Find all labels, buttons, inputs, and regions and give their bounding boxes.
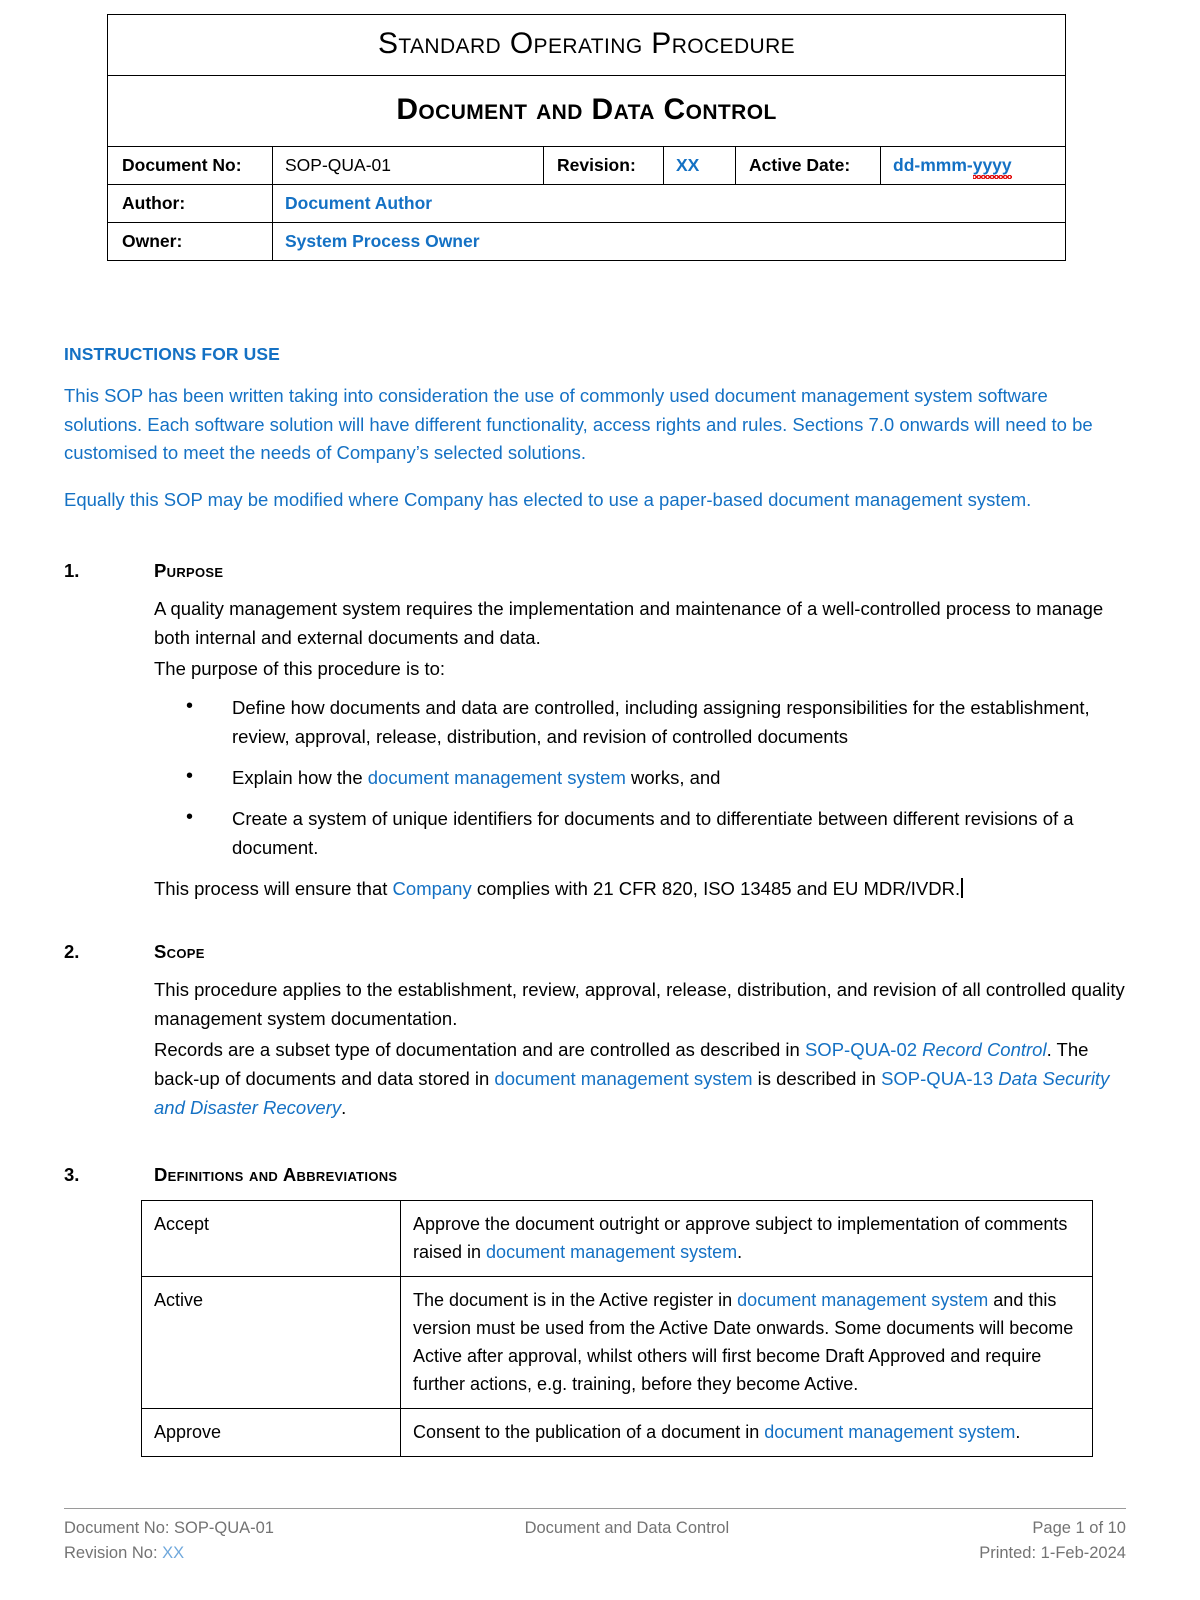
definition-text-after: . [737,1242,743,1262]
active-date-label: Active Date: [735,146,881,185]
header-row-docno: Document No: SOP-QUA-01 Revision: XX Act… [107,146,1067,185]
section-purpose: 1. Purpose A quality management system r… [64,560,1126,903]
table-row: Active The document is in the Active reg… [141,1276,1093,1409]
instructions-heading: INSTRUCTIONS FOR USE [64,344,280,364]
section-scope: 2. Scope This procedure applies to the e… [64,941,1126,1122]
definition-term: Active [141,1276,401,1409]
document-page: Standard Operating Procedure Document an… [0,0,1200,1600]
document-no-value[interactable]: SOP-QUA-01 [272,146,544,185]
author-value[interactable]: Document Author [271,184,1067,223]
document-type-title: Standard Operating Procedure [106,14,1067,76]
footer-row-bottom: Revision No: XX Printed: 1-Feb-2024 [64,1541,1126,1566]
list-item: Explain how the document management syst… [154,762,1126,792]
section-definitions-heading: Definitions and Abbreviations [154,1164,398,1185]
footer-page-number: Page 1 of 10 [1032,1519,1126,1537]
section-purpose-closing: This process will ensure that Company co… [154,874,1126,903]
footer-row-top: Document No: SOP-QUA-01 Document and Dat… [64,1516,1126,1541]
inline-link-document-management-system[interactable]: document management system [764,1422,1015,1442]
footer-printed-date: Printed: 1-Feb-2024 [979,1544,1126,1562]
purpose-bullet-list: Define how documents and data are contro… [154,692,1126,862]
footer-revision-value: XX [162,1544,185,1562]
inline-link-sop-qua-02[interactable]: SOP-QUA-02 [805,1039,917,1060]
inline-link-document-management-system[interactable]: document management system [486,1242,737,1262]
section-scope-paragraph-2: Records are a subset type of documentati… [154,1035,1126,1122]
document-no-label: Document No: [107,146,273,185]
section-purpose-heading: Purpose [154,560,224,581]
scope-text-part-1: Records are a subset type of documentati… [154,1039,805,1060]
definition-text-before: Consent to the publication of a document… [413,1422,765,1442]
footer-revision-no: Revision No: XX [64,1541,468,1566]
inline-link-document-management-system[interactable]: document management system [737,1290,988,1310]
spellcheck-misspelled-text: yyyy [972,155,1012,179]
instructions-paragraph-2: Equally this SOP may be modified where C… [64,488,1032,510]
footer-center-title: Document and Data Control [524,1519,730,1537]
definitions-table: Accept Approve the document outright or … [141,1200,1093,1457]
bullet-text-before: Explain how the [232,767,368,788]
definition-term: Approve [141,1408,401,1457]
definition-description: The document is in the Active register i… [400,1276,1093,1409]
inline-link-sop-qua-13[interactable]: SOP-QUA-13 [881,1068,993,1089]
definition-term: Accept [141,1200,401,1277]
bullet-text-before: Create a system of unique identifiers fo… [232,808,1074,858]
footer-divider [64,1508,1126,1509]
definition-text-after: . [1015,1422,1021,1442]
table-row: Accept Approve the document outright or … [141,1200,1093,1277]
document-body: INSTRUCTIONS FOR USE This SOP has been w… [64,344,1126,1457]
active-date-prefix: dd-mmm- [893,155,973,175]
page-footer: Document No: SOP-QUA-01 Document and Dat… [64,1508,1126,1566]
active-date-value[interactable]: dd-mmm-yyyy [879,146,1067,185]
header-row-author: Author: Document Author [107,184,1067,223]
revision-label: Revision: [543,146,664,185]
inline-link-document-management-system[interactable]: document management system [368,767,626,788]
inline-link-document-management-system[interactable]: document management system [494,1068,752,1089]
author-label: Author: [107,184,273,223]
owner-value[interactable]: System Process Owner [271,222,1067,261]
document-title: Document and Data Control [106,75,1067,147]
footer-revision-label: Revision No: [64,1544,163,1562]
header-row-doctype: Standard Operating Procedure [106,14,1067,76]
text-cursor-caret [961,878,963,898]
scope-text-part-4: . [341,1097,347,1118]
bullet-text-after: works, and [625,767,721,788]
owner-label: Owner: [107,222,273,261]
instructions-paragraph-1: This SOP has been written taking into co… [64,385,1093,463]
revision-value[interactable]: XX [663,146,736,185]
section-scope-paragraph-1: This procedure applies to the establishm… [154,979,1125,1029]
footer-document-no: Document No: SOP-QUA-01 [64,1519,274,1537]
scope-text-part-3: is described in [752,1068,882,1089]
bullet-text-before: Define how documents and data are contro… [232,697,1090,747]
section-purpose-number: 1. [64,560,80,581]
inline-link-sop-qua-02-title[interactable]: Record Control [917,1039,1046,1060]
section-scope-number: 2. [64,941,80,962]
section-scope-heading: Scope [154,941,205,962]
header-row-owner: Owner: System Process Owner [107,222,1067,261]
definition-description: Consent to the publication of a document… [400,1408,1093,1457]
table-row: Approve Consent to the publication of a … [141,1408,1093,1457]
definition-text-before: The document is in the Active register i… [413,1290,738,1310]
section-definitions-number: 3. [64,1164,80,1185]
header-row-title: Document and Data Control [106,75,1067,147]
list-item: Create a system of unique identifiers fo… [154,803,1126,862]
definition-description: Approve the document outright or approve… [400,1200,1093,1277]
section-purpose-paragraph-2: The purpose of this procedure is to: [154,658,446,679]
section-purpose-paragraph-1: A quality management system requires the… [154,598,1104,648]
document-header-table: Standard Operating Procedure Document an… [106,14,1067,261]
section-definitions: 3. Definitions and Abbreviations Accept … [64,1164,1126,1457]
list-item: Define how documents and data are contro… [154,692,1126,751]
closing-text-before: This process will ensure that [154,878,393,899]
inline-link-company[interactable]: Company [393,878,472,899]
closing-text-after: complies with 21 CFR 820, ISO 13485 and … [471,878,961,899]
